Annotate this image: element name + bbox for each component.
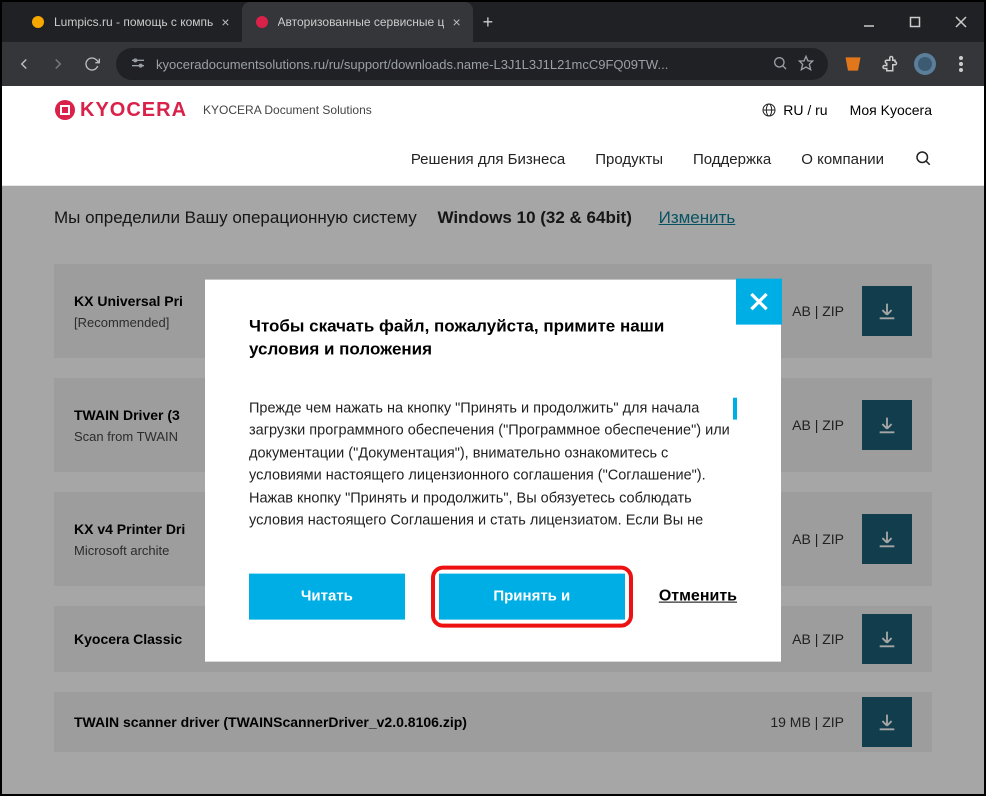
kebab-menu-icon[interactable] xyxy=(950,53,972,75)
read-button[interactable]: Читать xyxy=(249,573,405,619)
tab-title: Авторизованные сервисные ц xyxy=(278,15,445,29)
close-icon[interactable]: × xyxy=(221,14,229,30)
region-label: RU / ru xyxy=(783,102,827,118)
kyocera-logo[interactable]: KYOCERA xyxy=(54,99,187,122)
maximize-button[interactable] xyxy=(892,2,938,42)
extensions-icon[interactable] xyxy=(878,53,900,75)
reload-button[interactable] xyxy=(82,54,102,74)
site-settings-icon[interactable] xyxy=(130,55,146,74)
tab-title: Lumpics.ru - помощь с компь xyxy=(54,15,213,29)
browser-toolbar: kyoceradocumentsolutions.ru/ru/support/d… xyxy=(2,42,984,86)
back-button[interactable] xyxy=(14,54,34,74)
cancel-link[interactable]: Отменить xyxy=(659,587,737,605)
region-selector[interactable]: RU / ru xyxy=(761,102,827,118)
minimize-button[interactable] xyxy=(846,2,892,42)
brand-text: KYOCERA xyxy=(80,99,187,122)
window-titlebar: Lumpics.ru - помощь с компь × Авторизова… xyxy=(2,2,984,42)
nav-about[interactable]: О компании xyxy=(801,151,884,168)
accept-button[interactable]: Принять и xyxy=(439,573,625,619)
new-tab-button[interactable]: + xyxy=(473,12,504,33)
kyocera-favicon xyxy=(254,14,270,30)
forward-button[interactable] xyxy=(48,54,68,74)
lumpics-favicon xyxy=(30,14,46,30)
url-text: kyoceradocumentsolutions.ru/ru/support/d… xyxy=(156,57,762,72)
site-header: KYOCERA KYOCERA Document Solutions RU / … xyxy=(2,86,984,134)
close-icon[interactable]: × xyxy=(452,14,460,30)
window-controls xyxy=(846,2,984,42)
nav-biz[interactable]: Решения для Бизнеса xyxy=(411,151,565,168)
browser-tab[interactable]: Lumpics.ru - помощь с компь × xyxy=(18,2,242,42)
search-icon[interactable] xyxy=(914,149,932,171)
close-window-button[interactable] xyxy=(938,2,984,42)
accept-highlight-frame: Принять и xyxy=(431,565,633,627)
address-bar[interactable]: kyoceradocumentsolutions.ru/ru/support/d… xyxy=(116,48,828,80)
terms-modal: Чтобы скачать файл, пожалуйста, примите … xyxy=(205,280,781,662)
modal-close-button[interactable] xyxy=(736,279,782,325)
scrollbar-thumb[interactable] xyxy=(733,397,737,419)
bookmark-icon[interactable] xyxy=(798,55,814,74)
zoom-icon[interactable] xyxy=(772,55,788,74)
kyocera-logo-icon xyxy=(54,99,76,121)
metamask-icon[interactable] xyxy=(842,53,864,75)
account-link[interactable]: Моя Kyocera xyxy=(850,102,932,118)
browser-tab-active[interactable]: Авторизованные сервисные ц × xyxy=(242,2,473,42)
nav-support[interactable]: Поддержка xyxy=(693,151,771,168)
profile-avatar[interactable] xyxy=(914,53,936,75)
nav-products[interactable]: Продукты xyxy=(595,151,663,168)
modal-body-text[interactable]: Прежде чем нажать на кнопку "Принять и п… xyxy=(249,397,737,537)
sub-brand-text: KYOCERA Document Solutions xyxy=(203,103,372,117)
main-nav: Решения для Бизнеса Продукты Поддержка О… xyxy=(2,134,984,186)
modal-heading: Чтобы скачать файл, пожалуйста, примите … xyxy=(249,316,737,362)
